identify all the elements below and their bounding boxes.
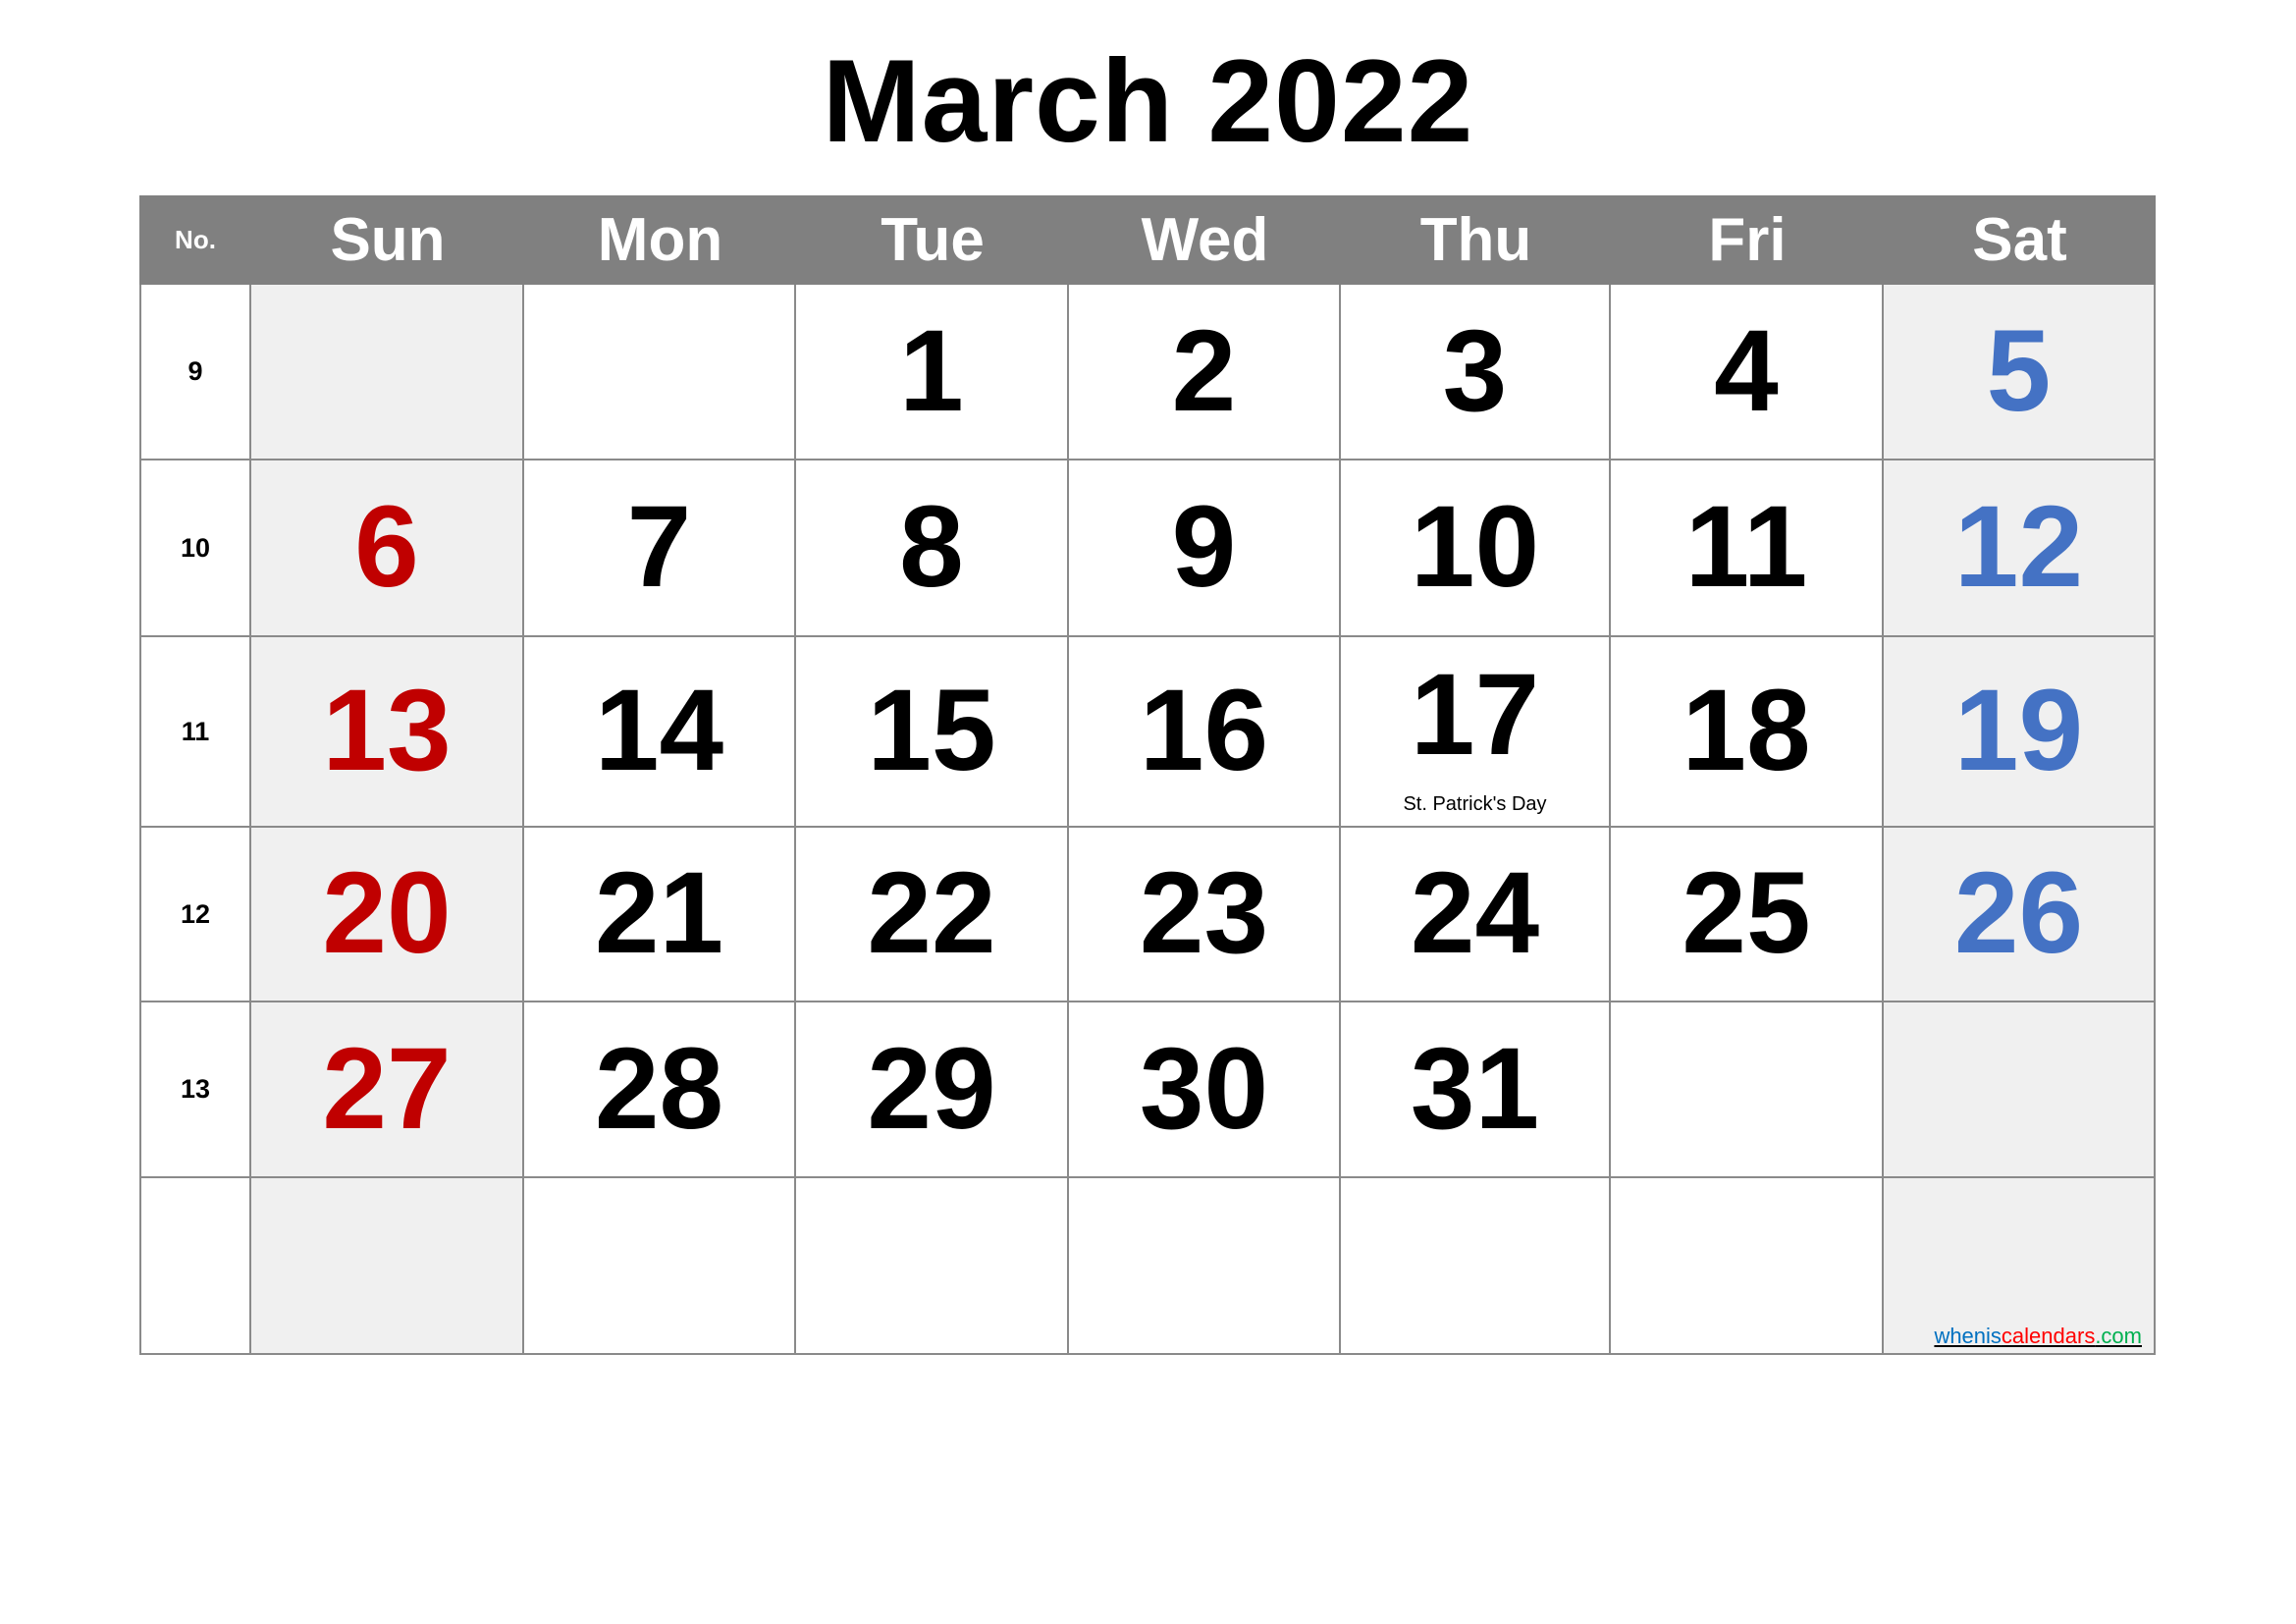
day-number: 11 <box>1684 482 1808 612</box>
week-number-cell: 9 <box>139 285 251 460</box>
weekday-header-tue: Tue <box>881 206 985 274</box>
day-number: 19 <box>1953 666 2084 795</box>
day-cell[interactable] <box>1341 1178 1611 1355</box>
day-number: 27 <box>322 1024 452 1154</box>
day-cell[interactable]: 7 <box>524 460 796 637</box>
day-number: 15 <box>867 666 996 795</box>
credit-text-1: whenis <box>1934 1324 2002 1348</box>
day-cell[interactable]: 4 <box>1611 285 1884 460</box>
day-number: 7 <box>626 482 692 612</box>
day-cell[interactable] <box>251 285 524 460</box>
day-cell[interactable]: 5 <box>1884 285 2156 460</box>
credit-text-3: .com <box>2095 1324 2142 1348</box>
day-number: 8 <box>899 482 964 612</box>
day-cell[interactable]: wheniscalendars.com <box>1884 1178 2156 1355</box>
day-number: 22 <box>867 848 996 978</box>
day-cell[interactable]: 27 <box>251 1002 524 1178</box>
day-number: 31 <box>1410 1024 1540 1154</box>
day-cell[interactable] <box>1611 1002 1884 1178</box>
day-number: 29 <box>867 1024 996 1154</box>
day-number: 21 <box>594 848 724 978</box>
day-cell[interactable] <box>1069 1178 1341 1355</box>
day-cell[interactable]: 18 <box>1611 637 1884 828</box>
week-number-cell: 11 <box>139 637 251 828</box>
day-cell[interactable]: 28 <box>524 1002 796 1178</box>
day-number: 26 <box>1953 848 2084 978</box>
holiday-label: St. Patrick's Day <box>1403 793 1547 815</box>
day-number: 14 <box>594 666 724 795</box>
day-cell[interactable]: 13 <box>251 637 524 828</box>
day-number: 9 <box>1171 482 1237 612</box>
credit-text-2: calendars <box>2001 1324 2096 1348</box>
week-number-cell: 13 <box>139 1002 251 1178</box>
day-number: 30 <box>1139 1024 1269 1154</box>
week-number-cell <box>139 1178 251 1355</box>
day-number: 24 <box>1410 848 1540 978</box>
day-cell[interactable]: 24 <box>1341 828 1611 1002</box>
day-number: 12 <box>1953 482 2084 612</box>
day-cell[interactable]: 2 <box>1069 285 1341 460</box>
weekday-header-wed: Wed <box>1141 206 1269 274</box>
day-number: 2 <box>1171 306 1237 436</box>
day-cell[interactable]: 1 <box>796 285 1069 460</box>
day-cell[interactable]: 9 <box>1069 460 1341 637</box>
day-cell[interactable] <box>524 285 796 460</box>
day-cell[interactable]: 6 <box>251 460 524 637</box>
weekday-header-fri: Fri <box>1708 206 1787 274</box>
day-cell[interactable]: 26 <box>1884 828 2156 1002</box>
day-cell[interactable]: 17 St. Patrick's Day <box>1341 637 1611 828</box>
day-number: 5 <box>1986 306 2052 436</box>
day-number: 17 <box>1410 650 1540 780</box>
day-number: 3 <box>1442 306 1508 436</box>
weekday-header-sun: Sun <box>330 206 446 274</box>
website-credit-link[interactable]: wheniscalendars.com <box>1934 1324 2142 1349</box>
calendar-title: March 2022 <box>822 35 1474 167</box>
day-number: 28 <box>594 1024 724 1154</box>
day-cell[interactable]: 15 <box>796 637 1069 828</box>
day-cell[interactable]: 25 <box>1611 828 1884 1002</box>
day-cell[interactable] <box>1611 1178 1884 1355</box>
week-number-header: No. <box>175 225 216 254</box>
day-number: 23 <box>1139 848 1269 978</box>
day-number: 25 <box>1682 848 1811 978</box>
day-number: 13 <box>322 666 452 795</box>
weekday-header-thu: Thu <box>1419 206 1532 274</box>
day-cell[interactable]: 11 <box>1611 460 1884 637</box>
day-cell[interactable]: 19 <box>1884 637 2156 828</box>
day-number: 20 <box>322 848 452 978</box>
week-number-cell: 10 <box>139 460 251 637</box>
calendar-grid: 9 1 2 3 4 5 10 6 7 8 9 10 11 12 11 13 14 15 16 17 St. Patric… <box>139 285 2156 1355</box>
weekday-header-sat: Sat <box>1972 206 2067 274</box>
day-number: 6 <box>354 482 419 612</box>
day-cell[interactable] <box>1884 1002 2156 1178</box>
day-cell[interactable]: 14 <box>524 637 796 828</box>
day-cell[interactable]: 3 <box>1341 285 1611 460</box>
day-cell[interactable] <box>524 1178 796 1355</box>
day-cell[interactable] <box>251 1178 524 1355</box>
day-number: 1 <box>899 306 964 436</box>
day-cell[interactable]: 12 <box>1884 460 2156 637</box>
day-number: 18 <box>1682 666 1811 795</box>
weekday-header-mon: Mon <box>597 206 723 274</box>
day-number: 10 <box>1410 482 1540 612</box>
day-cell[interactable]: 29 <box>796 1002 1069 1178</box>
day-number: 4 <box>1714 306 1779 436</box>
week-number-cell: 12 <box>139 828 251 1002</box>
day-cell[interactable]: 21 <box>524 828 796 1002</box>
day-cell[interactable]: 8 <box>796 460 1069 637</box>
day-cell[interactable]: 31 <box>1341 1002 1611 1178</box>
day-cell[interactable] <box>796 1178 1069 1355</box>
calendar-header-row: No. Sun Mon Tue Wed Thu Fri Sat <box>139 195 2156 285</box>
day-cell[interactable]: 22 <box>796 828 1069 1002</box>
day-cell[interactable]: 10 <box>1341 460 1611 637</box>
day-cell[interactable]: 20 <box>251 828 524 1002</box>
day-number: 16 <box>1139 666 1269 795</box>
day-cell[interactable]: 23 <box>1069 828 1341 1002</box>
day-cell[interactable]: 30 <box>1069 1002 1341 1178</box>
day-cell[interactable]: 16 <box>1069 637 1341 828</box>
